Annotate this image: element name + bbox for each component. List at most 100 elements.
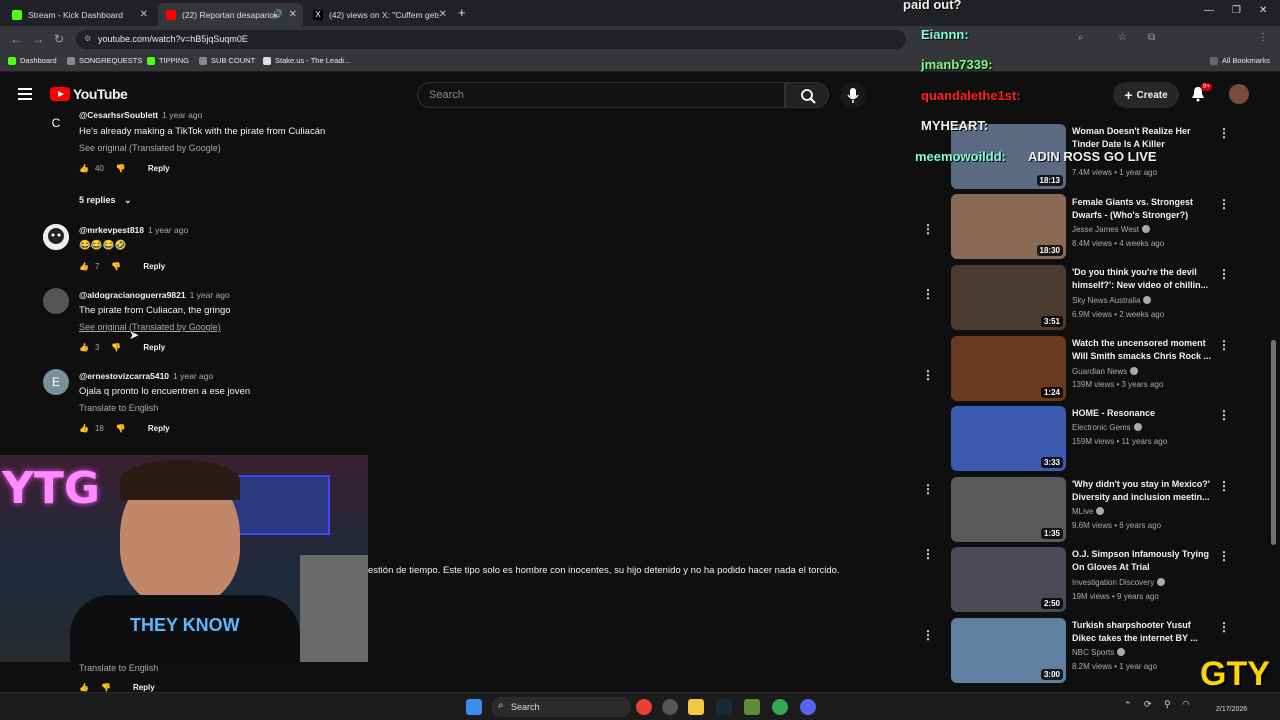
dislike-icon[interactable]: 👎 [101,683,111,692]
comment-avatar[interactable]: E [43,369,69,395]
tab-x[interactable]: X (42) views on X: "Cuffem gets v ✕ [305,3,453,26]
comment-handle[interactable]: @aldogracianoguerra9821 [79,290,186,300]
dislike-icon[interactable]: 👎 [116,164,126,173]
bookmark-songrequests[interactable]: SONGREQUESTS [67,56,142,65]
bookmark-dashboard[interactable]: Dashboard [8,56,57,65]
more-options-icon[interactable]: ⋮ [1218,620,1230,634]
like-icon[interactable]: 👍 [79,262,89,271]
settings-icon[interactable] [662,699,678,715]
more-options-icon[interactable]: ⋮ [1218,197,1230,211]
channel-name[interactable]: NBC Sports [1072,648,1126,657]
reply-button[interactable]: Reply [143,343,165,352]
reload-icon[interactable]: ↻ [54,32,64,46]
create-button[interactable]: + Create [1113,82,1179,108]
comment-handle[interactable]: @mrkevpest818 [79,225,144,235]
video-thumbnail[interactable]: 3:33 [951,406,1066,471]
reply-button[interactable]: Reply [143,262,165,271]
dislike-icon[interactable]: 👎 [111,343,121,352]
like-icon[interactable]: 👍 [79,343,89,352]
reply-button[interactable]: Reply [148,164,170,173]
bookmark-tipping[interactable]: TIPPING [147,56,189,65]
file-explorer-icon[interactable] [688,699,704,715]
minimize-button[interactable]: — [1204,5,1214,16]
wifi-icon[interactable]: ◠ [1182,699,1190,710]
steam-icon[interactable] [716,699,732,715]
see-original-link[interactable]: See original (Translated by Google) [79,322,221,332]
comment-time[interactable]: 1 year ago [148,225,188,235]
comment-avatar[interactable] [43,288,69,314]
comment-avatar[interactable]: C [43,110,69,136]
channel-name[interactable]: Electronic Gems [1072,423,1142,432]
video-title[interactable]: HOME - Resonance [1072,407,1212,420]
more-options-icon[interactable]: ⋮ [922,628,934,642]
chrome-icon[interactable] [636,699,652,715]
hamburger-menu-icon[interactable] [18,88,32,100]
reply-button[interactable]: Reply [148,424,170,433]
channel-name[interactable]: MLive [1072,507,1105,516]
close-icon[interactable]: ✕ [439,9,447,20]
bookmark-sub-count[interactable]: SUB COUNT [199,56,255,65]
minecraft-icon[interactable] [744,699,760,715]
more-options-icon[interactable]: ⋮ [922,368,934,382]
comment-author[interactable]: @mrkevpest818 1 year ago [79,225,188,235]
comment-author[interactable]: @CesarhsrSoublett 1 year ago [79,110,202,120]
video-title[interactable]: Watch the uncensored moment Will Smith s… [1072,337,1212,363]
youtube-logo[interactable]: YouTube [50,86,128,102]
more-options-icon[interactable]: ⋮ [1218,549,1230,563]
translate-link[interactable]: Translate to English [79,403,158,413]
video-thumbnail[interactable]: 18:30 [951,194,1066,259]
more-options-icon[interactable]: ⋮ [1218,338,1230,352]
taskbar-date[interactable]: 2/17/2026 [1216,706,1247,713]
see-original-link[interactable]: See original (Translated by Google) [79,143,221,153]
like-icon[interactable]: 👍 [79,164,89,173]
comment-author[interactable]: @ernestovizcarra5410 1 year ago [79,371,213,381]
usb-icon[interactable]: ⚲ [1164,699,1171,710]
more-options-icon[interactable]: ⋮ [1218,267,1230,281]
tab-youtube[interactable]: (22) Reportan desaparición 🔊 ✕ [158,3,303,26]
like-icon[interactable]: 👍 [79,683,89,692]
channel-name[interactable]: Investigation Discovery [1072,578,1166,587]
taskbar-search[interactable]: ⌕ Search [491,697,631,717]
more-options-icon[interactable]: ⋮ [922,547,934,561]
tab-kick-dashboard[interactable]: Stream - Kick Dashboard ✕ [4,3,154,26]
discord-icon[interactable] [800,699,816,715]
video-title[interactable]: 'Why didn't you stay in Mexico?' Diversi… [1072,478,1212,504]
dislike-icon[interactable]: 👎 [116,424,126,433]
tray-icon[interactable]: ⟳ [1144,699,1152,710]
video-thumbnail[interactable]: 1:35 [951,477,1066,542]
like-icon[interactable]: 👍 [79,424,89,433]
more-options-icon[interactable]: ⋮ [922,287,934,301]
more-options-icon[interactable]: ⋮ [1218,408,1230,422]
dislike-icon[interactable]: 👎 [111,262,121,271]
windows-start-icon[interactable] [466,699,482,715]
maximize-button[interactable]: ❐ [1232,5,1241,16]
search-button[interactable] [785,82,829,108]
video-title[interactable]: Female Giants vs. Strongest Dwarfs - (Wh… [1072,196,1212,222]
speaker-icon[interactable]: 🔊 [272,9,283,20]
reply-button[interactable]: Reply [133,683,155,692]
video-title[interactable]: 'Do you think you're the devil himself?'… [1072,266,1212,292]
forward-icon[interactable]: → [32,32,44,46]
site-info-icon[interactable]: ⚙ [84,34,91,43]
menu-icon[interactable]: ⋮ [1258,32,1268,43]
more-options-icon[interactable]: ⋮ [922,222,934,236]
channel-name[interactable]: Guardian News [1072,367,1139,376]
extensions-icon[interactable]: ⧉ [1148,32,1155,43]
replies-toggle[interactable]: 5 replies ⌄ [79,195,132,206]
page-scrollbar[interactable] [1271,340,1276,545]
comment-avatar[interactable] [43,224,69,250]
video-thumbnail[interactable]: 3:51 [951,265,1066,330]
bookmark-stake[interactable]: Stake.us - The Leadi... [263,56,350,65]
video-thumbnail[interactable]: 2:50 [951,547,1066,612]
more-options-icon[interactable]: ⋮ [1218,479,1230,493]
all-bookmarks[interactable]: All Bookmarks [1210,56,1270,65]
video-title[interactable]: Turkish sharpshooter Yusuf Dikec takes t… [1072,619,1212,645]
search-input[interactable]: Search [417,82,785,108]
voice-search-button[interactable] [840,82,866,108]
window-close-button[interactable]: ✕ [1259,5,1267,16]
video-title[interactable]: O.J. Simpson Infamously Trying On Gloves… [1072,548,1212,574]
comment-author[interactable]: @aldogracianoguerra9821 1 year ago [79,290,230,300]
translate-link[interactable]: Translate to English [79,663,158,673]
close-icon[interactable]: ✕ [289,9,297,20]
chevron-up-icon[interactable]: ⌃ [1124,700,1132,711]
